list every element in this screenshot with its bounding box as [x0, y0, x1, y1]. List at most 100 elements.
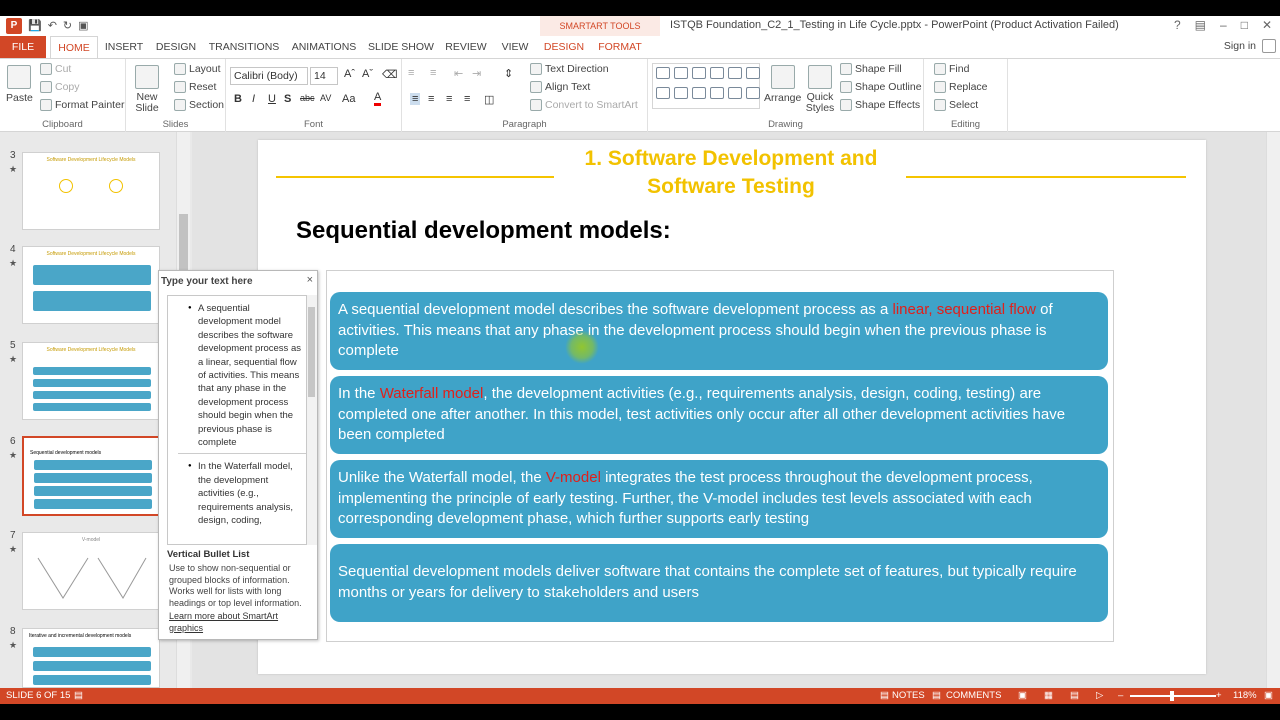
font-color-button[interactable]: A: [374, 91, 382, 106]
slide-thumbnail-6[interactable]: Sequential development models: [22, 436, 160, 516]
smartart-block-4[interactable]: Sequential development models deliver so…: [330, 544, 1108, 622]
comments-button[interactable]: COMMENTS: [946, 690, 1001, 701]
grow-font-icon[interactable]: Aˆ: [344, 68, 355, 80]
presentation-start-icon[interactable]: ▣: [78, 18, 88, 34]
bullets-icon[interactable]: ≡: [408, 67, 414, 79]
restore-button[interactable]: □: [1241, 18, 1248, 32]
line-spacing-icon[interactable]: ⇕: [504, 67, 513, 80]
align-text-button[interactable]: Align Text: [530, 81, 590, 93]
rectangle-shape-icon[interactable]: [656, 67, 670, 79]
tab-smartart-format[interactable]: FORMAT: [594, 36, 646, 58]
clear-formatting-icon[interactable]: ⌫: [382, 68, 398, 81]
paste-button[interactable]: Paste: [6, 65, 33, 104]
replace-button[interactable]: Replace: [934, 81, 988, 93]
triangle-shape-icon[interactable]: [656, 87, 670, 99]
convert-to-smartart-button[interactable]: Convert to SmartArt: [530, 99, 638, 111]
arrange-button[interactable]: Arrange: [764, 65, 801, 104]
shapes-gallery[interactable]: [652, 63, 760, 109]
scrollbar-thumb[interactable]: [179, 214, 188, 274]
scrollbar-thumb[interactable]: [308, 307, 315, 397]
slide-thumbnail-5[interactable]: Software Development Lifecycle Models: [22, 342, 160, 420]
underline-button[interactable]: U: [268, 93, 276, 105]
more-shapes-icon[interactable]: [746, 87, 760, 99]
find-button[interactable]: Find: [934, 63, 969, 75]
format-painter-button[interactable]: Format Painter: [40, 99, 124, 111]
slide-heading[interactable]: Sequential development models:: [296, 217, 671, 245]
close-icon[interactable]: ×: [307, 274, 313, 286]
tab-slide-show[interactable]: SLIDE SHOW: [366, 36, 436, 58]
tab-design[interactable]: DESIGN: [152, 36, 200, 58]
shape-effects-button[interactable]: Shape Effects: [840, 99, 920, 111]
textbox-shape-icon[interactable]: [746, 67, 760, 79]
align-center-icon[interactable]: ≡: [428, 93, 434, 105]
tab-home[interactable]: HOME: [50, 36, 98, 58]
section-button[interactable]: Section: [174, 99, 224, 111]
justify-icon[interactable]: ≡: [464, 93, 470, 105]
text-pane-item[interactable]: A sequential development model describes…: [168, 302, 306, 449]
oval-shape-icon[interactable]: [710, 67, 724, 79]
shape-outline-button[interactable]: Shape Outline: [840, 81, 922, 93]
zoom-level[interactable]: 118%: [1233, 690, 1257, 701]
text-direction-button[interactable]: Text Direction: [530, 63, 609, 75]
character-spacing-button[interactable]: AV: [320, 93, 331, 103]
slide-thumbnail-4[interactable]: Software Development Lifecycle Models: [22, 246, 160, 324]
slide-show-icon[interactable]: ▷: [1096, 690, 1103, 701]
select-button[interactable]: Select: [934, 99, 978, 111]
powerpoint-app-icon[interactable]: P: [6, 18, 22, 34]
rounded-rect-shape-icon[interactable]: [728, 67, 742, 79]
sign-in-link[interactable]: Sign in: [1224, 40, 1256, 52]
fit-to-window-icon[interactable]: ▣: [1264, 690, 1273, 701]
tab-view[interactable]: VIEW: [496, 36, 534, 58]
smartart-block-2[interactable]: In the Waterfall model, the development …: [330, 376, 1108, 454]
close-button[interactable]: ✕: [1262, 18, 1272, 32]
block-arrow-shape-icon[interactable]: [692, 87, 706, 99]
increase-indent-icon[interactable]: ⇥: [472, 67, 481, 80]
layout-button[interactable]: Layout: [174, 63, 221, 75]
normal-view-icon[interactable]: ▣: [1018, 690, 1027, 701]
notes-icon[interactable]: ▤: [880, 690, 889, 701]
tab-smartart-design[interactable]: DESIGN: [540, 36, 588, 58]
tab-file[interactable]: FILE: [0, 36, 46, 58]
reset-button[interactable]: Reset: [174, 81, 216, 93]
shape-fill-button[interactable]: Shape Fill: [840, 63, 902, 75]
slide-thumbnail-3[interactable]: Software Development Lifecycle Models: [22, 152, 160, 230]
slide-title[interactable]: 1. Software Development and Software Tes…: [555, 145, 907, 201]
comments-icon[interactable]: ▤: [932, 690, 941, 701]
slide-sorter-icon[interactable]: ▦: [1044, 690, 1053, 701]
tab-review[interactable]: REVIEW: [442, 36, 490, 58]
smartart-block-3[interactable]: Unlike the Waterfall model, the V-model …: [330, 460, 1108, 538]
smartart-block-1[interactable]: A sequential development model describes…: [330, 292, 1108, 370]
cut-button[interactable]: Cut: [40, 63, 71, 75]
minimize-button[interactable]: –: [1220, 18, 1227, 32]
new-slide-button[interactable]: New Slide: [132, 65, 162, 114]
connector-shape-icon[interactable]: [674, 87, 688, 99]
text-pane-item[interactable]: In the Waterfall model, the development …: [168, 460, 306, 527]
redo-icon[interactable]: ↻: [63, 18, 72, 34]
star-shape-icon[interactable]: [710, 87, 724, 99]
strikethrough-button[interactable]: abc: [300, 93, 315, 103]
columns-icon[interactable]: ◫: [484, 93, 494, 106]
reading-view-icon[interactable]: ▤: [1070, 690, 1079, 701]
text-shadow-button[interactable]: S: [284, 93, 291, 105]
text-pane-scrollbar[interactable]: [307, 295, 317, 545]
change-case-button[interactable]: Aa: [342, 93, 355, 105]
brace-shape-icon[interactable]: [728, 87, 742, 99]
arrow-shape-icon[interactable]: [692, 67, 706, 79]
zoom-out-icon[interactable]: –: [1118, 690, 1123, 701]
copy-button[interactable]: Copy: [40, 81, 80, 93]
tab-insert[interactable]: INSERT: [102, 36, 146, 58]
text-pane-list[interactable]: A sequential development model describes…: [167, 295, 307, 545]
zoom-slider-handle[interactable]: [1170, 691, 1174, 701]
align-right-icon[interactable]: ≡: [446, 93, 452, 105]
font-name-combo[interactable]: Calibri (Body): [230, 67, 308, 85]
save-icon[interactable]: 💾: [28, 18, 42, 34]
workspace-scrollbar[interactable]: [1266, 132, 1280, 688]
learn-more-link[interactable]: Learn more about SmartArt graphics: [169, 611, 289, 634]
align-left-icon[interactable]: ≡: [410, 93, 421, 105]
bold-button[interactable]: B: [234, 93, 242, 105]
slide-thumbnail-8[interactable]: Iterative and incremental development mo…: [22, 628, 160, 688]
notes-button[interactable]: NOTES: [892, 690, 925, 701]
tab-transitions[interactable]: TRANSITIONS: [208, 36, 280, 58]
user-icon[interactable]: [1262, 39, 1276, 53]
italic-button[interactable]: I: [252, 93, 255, 105]
